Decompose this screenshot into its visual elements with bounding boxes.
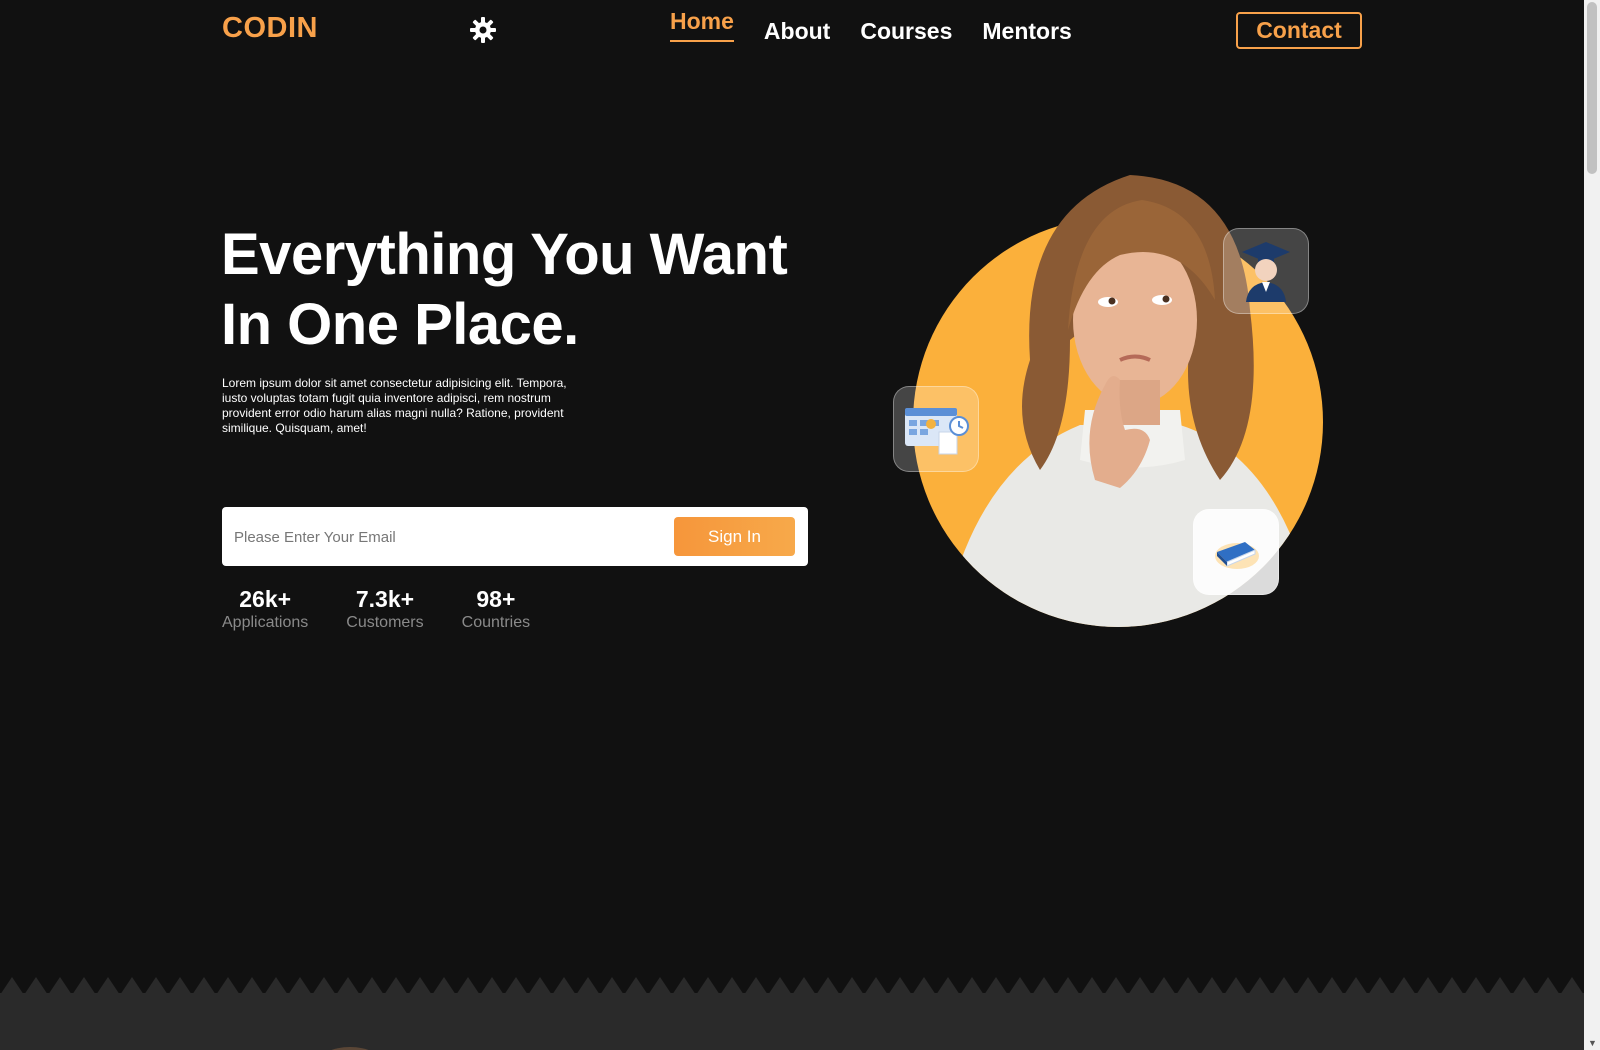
nav-about-link[interactable]: About [764,6,830,45]
nav-mentors-link[interactable]: Mentors [982,6,1071,45]
gear-icon [470,17,496,43]
stat-label: Customers [346,614,424,631]
book-icon [1215,542,1259,569]
hero-title-line-2: In One Place. [221,292,579,357]
scroll-down-icon[interactable]: ▼ [1588,1038,1597,1048]
section-divider [0,977,1584,995]
stat-label: Countries [461,614,531,631]
hero-image [880,170,1340,640]
stat-customers: 7.3k+ Customers [346,586,423,634]
scrollbar-thumb[interactable] [1587,2,1597,174]
nav-home-link[interactable]: Home [670,6,734,42]
avatar [331,1047,369,1050]
sign-in-button[interactable]: Sign In [674,517,795,556]
calendar-icon [905,408,969,455]
hero-description: Lorem ipsum dolor sit amet consectetur a… [222,376,567,435]
calendar-card [893,386,979,472]
email-input[interactable] [234,521,664,553]
graduate-icon [1242,242,1290,302]
stats: 26k+ Applications 7.3k+ Customers 98+ Co… [222,586,530,634]
main-nav: Home About Courses Mentors [670,6,1072,45]
nav-courses-link[interactable]: Courses [860,6,952,45]
stat-label: Applications [222,614,309,631]
graduate-card [1223,228,1309,314]
stat-countries: 98+ Countries [462,586,530,634]
stat-value: 26k+ [239,586,292,612]
theme-toggle-button[interactable] [469,16,497,44]
email-signup-form: Sign In [222,507,808,566]
next-section [0,993,1584,1050]
stat-value: 98+ [476,586,516,612]
hero-title: Everything You Want In One Place. [221,220,821,360]
hero-title-line-1: Everything You Want [221,222,788,287]
contact-button[interactable]: Contact [1236,12,1362,49]
stat-applications: 26k+ Applications [222,586,308,634]
logo[interactable]: CODIN [222,12,318,45]
book-card [1193,509,1279,595]
page-scrollbar[interactable]: ▼ [1584,0,1600,1050]
stat-value: 7.3k+ [355,586,415,612]
